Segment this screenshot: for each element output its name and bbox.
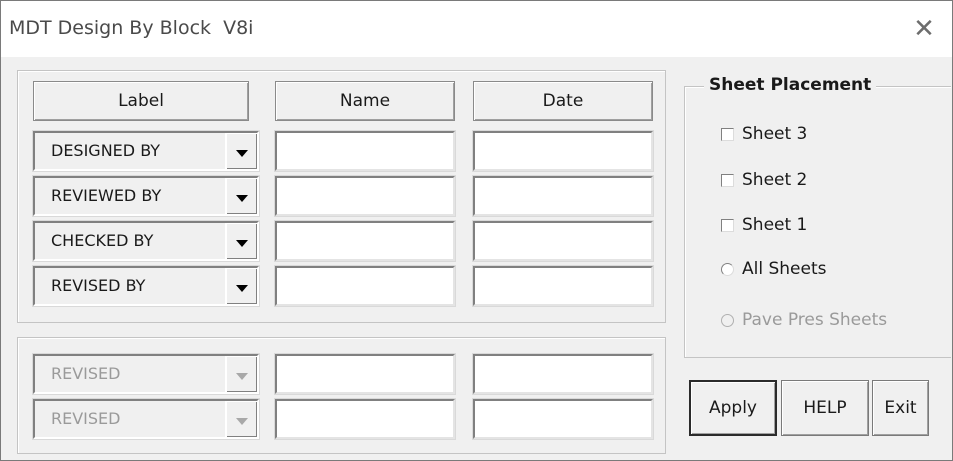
checkbox-sheet-3[interactable]: Sheet 3 [721,122,807,146]
dropdown-arrow-icon[interactable] [225,268,257,304]
radio-button-icon[interactable] [721,262,734,276]
date-input-checked-by[interactable] [472,220,654,262]
name-input-revised-by[interactable] [274,265,456,307]
revision-date-input-2[interactable] [472,398,654,440]
label-select-value: DESIGNED BY [51,141,161,160]
revision-name-input-1[interactable] [274,353,456,395]
window-title: MDT Design By Block V8i [9,17,254,39]
title-bar[interactable]: MDT Design By Block V8i ✕ [1,1,952,57]
label-select-value: REVIEWED BY [51,186,162,205]
label-select-value: CHECKED BY [51,231,154,250]
label-select-value: REVISED BY [51,276,146,295]
close-icon: ✕ [913,14,935,44]
label-select-reviewed-by[interactable]: REVIEWED BY [32,175,260,217]
revision-label-select-1[interactable]: REVISED [32,353,260,395]
checkbox-icon[interactable] [721,218,734,232]
radio-label: Pave Pres Sheets [742,310,888,330]
radio-button-icon[interactable] [721,313,734,327]
header-date: Date [473,81,653,121]
label-select-value: REVISED [51,409,121,428]
header-label: Label [33,81,249,121]
dropdown-arrow-icon[interactable] [225,401,257,437]
revision-label-select-2[interactable]: REVISED [32,398,260,440]
label-select-value: REVISED [51,364,121,383]
name-input-designed-by[interactable] [274,130,456,172]
dropdown-arrow-icon[interactable] [225,356,257,392]
checkbox-label: Sheet 2 [742,170,808,190]
revision-date-input-1[interactable] [472,353,654,395]
radio-label: All Sheets [742,259,827,279]
dropdown-arrow-icon[interactable] [225,223,257,259]
dropdown-arrow-icon[interactable] [225,133,257,169]
checkbox-icon[interactable] [721,173,734,187]
radio-all-sheets[interactable]: All Sheets [721,257,827,281]
dropdown-arrow-icon[interactable] [225,178,257,214]
close-button[interactable]: ✕ [896,1,952,57]
name-input-checked-by[interactable] [274,220,456,262]
sheet-placement-title: Sheet Placement [704,75,877,95]
date-input-reviewed-by[interactable] [472,175,654,217]
radio-pave-pres-sheets[interactable]: Pave Pres Sheets [721,308,887,332]
label-select-checked-by[interactable]: CHECKED BY [32,220,260,262]
revision-name-input-2[interactable] [274,398,456,440]
checkbox-sheet-2[interactable]: Sheet 2 [721,168,807,192]
name-input-reviewed-by[interactable] [274,175,456,217]
date-input-revised-by[interactable] [472,265,654,307]
exit-button[interactable]: Exit [872,380,929,436]
checkbox-label: Sheet 1 [742,215,808,235]
header-name: Name [275,81,455,121]
checkbox-icon[interactable] [721,127,734,141]
checkbox-sheet-1[interactable]: Sheet 1 [721,213,807,237]
date-input-designed-by[interactable] [472,130,654,172]
checkbox-label: Sheet 3 [742,124,808,144]
label-select-revised-by[interactable]: REVISED BY [32,265,260,307]
apply-button[interactable]: Apply [689,380,777,436]
dialog-window: MDT Design By Block V8i ✕ Label Name Dat… [0,0,953,461]
help-button[interactable]: HELP [781,380,869,436]
label-select-designed-by[interactable]: DESIGNED BY [32,130,260,172]
